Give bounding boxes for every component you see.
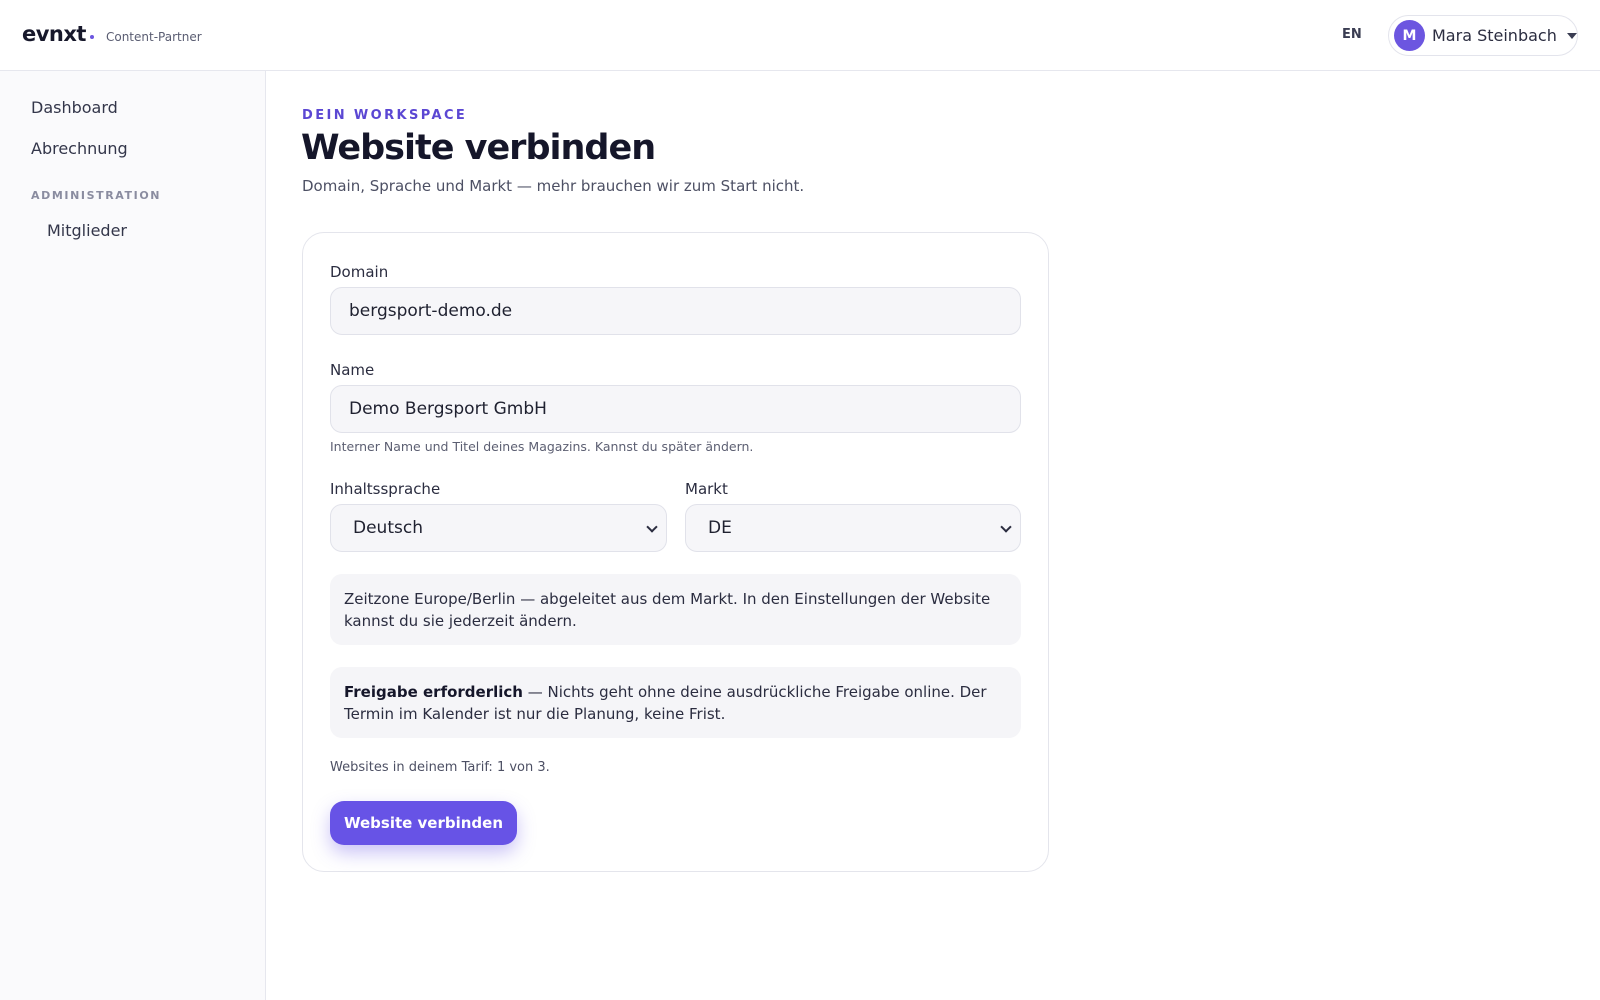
language-select[interactable]: Deutsch [330,504,667,552]
market-label: Markt [685,480,728,498]
sidebar-item-mitglieder[interactable]: Mitglieder [47,221,127,240]
domain-label: Domain [330,263,389,281]
sidebar-section-administration: ADMINISTRATION [31,189,162,202]
chevron-down-icon [1000,521,1012,533]
language-toggle[interactable]: EN [1342,27,1362,42]
brand-dot-icon [89,35,94,39]
brand[interactable]: evnxt Content-Partner [22,22,202,46]
user-name: Mara Steinbach [1432,26,1557,45]
market-select-value: DE [708,518,732,538]
brand-logo[interactable]: evnxt [22,22,86,46]
language-label: Inhaltssprache [330,480,441,498]
page-eyebrow: DEIN WORKSPACE [302,108,468,123]
sidebar: Dashboard Abrechnung ADMINISTRATION Mitg… [0,71,266,1000]
name-hint: Interner Name und Titel deines Magazins.… [330,439,754,454]
domain-input[interactable] [330,287,1021,335]
caret-down-icon [1566,32,1577,39]
top-bar: evnxt Content-Partner EN M Mara Steinbac… [0,0,1600,71]
language-select-value: Deutsch [353,518,423,538]
name-label: Name [330,361,375,379]
page-title: Website verbinden [301,128,656,168]
approval-note: Freigabe erforderlich — Nichts geht ohne… [330,667,1021,738]
sidebar-item-dashboard[interactable]: Dashboard [31,98,118,117]
connect-website-card: Domain Name Interner Name und Titel dein… [302,232,1049,872]
sidebar-item-abrechnung[interactable]: Abrechnung [31,139,128,158]
page-subtitle: Domain, Sprache und Markt — mehr brauche… [302,177,805,195]
approval-note-title: Freigabe erforderlich [344,683,523,701]
plan-quota-text: Websites in deinem Tarif: 1 von 3. [330,760,550,775]
timezone-note: Zeitzone Europe/Berlin — abgeleitet aus … [330,574,1021,645]
connect-website-button[interactable]: Website verbinden [330,801,517,845]
timezone-note-text: Zeitzone Europe/Berlin — abgeleitet aus … [344,590,991,630]
avatar: M [1394,20,1425,51]
market-select[interactable]: DE [685,504,1021,552]
chevron-down-icon [646,521,658,533]
brand-subtitle: Content-Partner [105,30,202,44]
user-menu-button[interactable]: M Mara Steinbach [1388,15,1578,56]
name-input[interactable] [330,385,1021,433]
